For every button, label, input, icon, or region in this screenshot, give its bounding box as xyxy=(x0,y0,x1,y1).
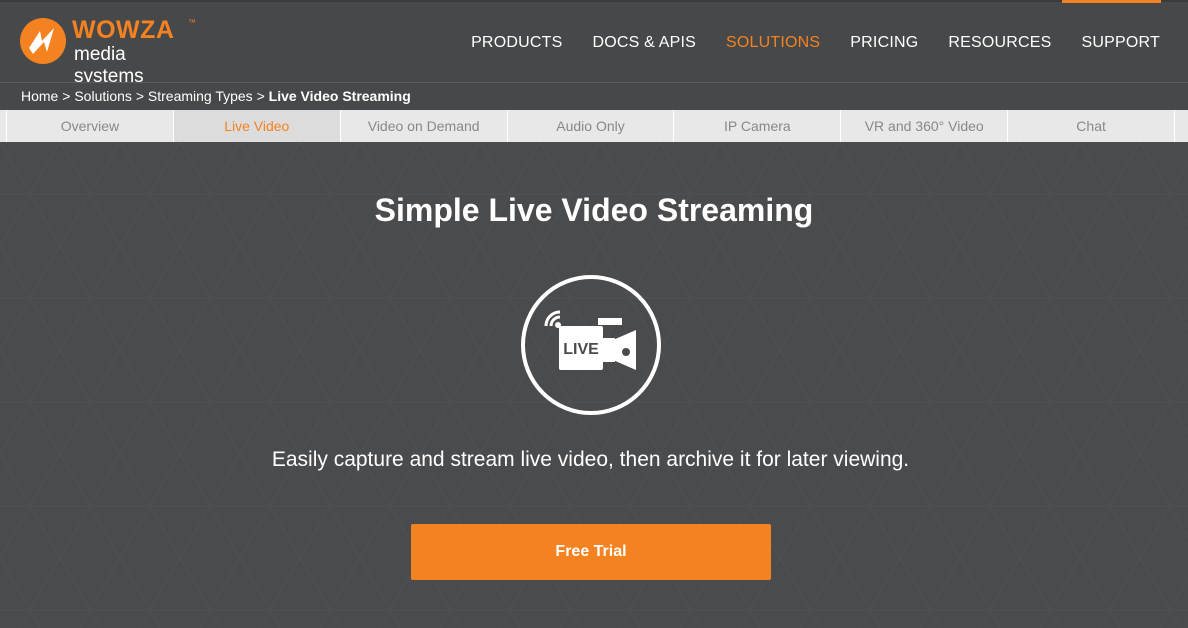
free-trial-button[interactable]: Free Trial xyxy=(411,524,771,580)
tabs-edge xyxy=(0,110,7,142)
active-nav-indicator xyxy=(1062,0,1161,3)
tab-audio-only[interactable]: Audio Only xyxy=(508,110,675,142)
nav-support[interactable]: SUPPORT xyxy=(1082,34,1160,52)
breadcrumb-separator: > xyxy=(135,88,144,104)
tab-live-video[interactable]: Live Video xyxy=(173,110,341,142)
tab-overview[interactable]: Overview xyxy=(7,110,174,142)
nav-solutions[interactable]: SOLUTIONS xyxy=(726,34,820,52)
tabs-edge xyxy=(1174,110,1188,142)
hero-subtitle: Easily capture and stream live video, th… xyxy=(271,448,910,471)
wowza-logo-icon xyxy=(20,18,66,64)
main-nav: PRODUCTS DOCS & APIS SOLUTIONS PRICING R… xyxy=(471,34,1160,52)
breadcrumb: Home > Solutions > Streaming Types > Liv… xyxy=(0,82,1188,110)
nav-pricing[interactable]: PRICING xyxy=(850,34,918,52)
tab-chat[interactable]: Chat xyxy=(1008,110,1174,142)
tab-ip-camera[interactable]: IP Camera xyxy=(674,110,842,142)
live-label: LIVE xyxy=(563,341,599,358)
site-header: WOWZA ™ media systems PRODUCTS DOCS & AP… xyxy=(0,0,1188,87)
nav-resources[interactable]: RESOURCES xyxy=(948,34,1051,52)
wowza-logo[interactable]: WOWZA ™ media systems xyxy=(20,16,200,87)
tab-video-on-demand[interactable]: Video on Demand xyxy=(341,110,508,142)
hero-title: Simple Live Video Streaming xyxy=(374,192,814,228)
breadcrumb-home[interactable]: Home xyxy=(21,88,58,104)
streaming-type-tabs: Overview Live Video Video on Demand Audi… xyxy=(7,110,1174,142)
nav-products[interactable]: PRODUCTS xyxy=(471,34,562,52)
nav-docs-apis[interactable]: DOCS & APIS xyxy=(592,34,696,52)
breadcrumb-separator: > xyxy=(256,88,265,104)
tab-vr-360-video[interactable]: VR and 360° Video xyxy=(841,110,1009,142)
logo-trademark: ™ xyxy=(188,18,196,27)
hero-section: Simple Live Video Streaming LIVE Easily … xyxy=(0,142,1188,628)
breadcrumb-current: Live Video Streaming xyxy=(268,88,411,104)
breadcrumb-separator: > xyxy=(62,88,71,104)
live-video-camera-icon: LIVE xyxy=(521,275,661,415)
breadcrumb-streaming-types[interactable]: Streaming Types xyxy=(148,88,253,104)
logo-wordmark: WOWZA xyxy=(72,16,175,44)
breadcrumb-solutions[interactable]: Solutions xyxy=(74,88,132,104)
